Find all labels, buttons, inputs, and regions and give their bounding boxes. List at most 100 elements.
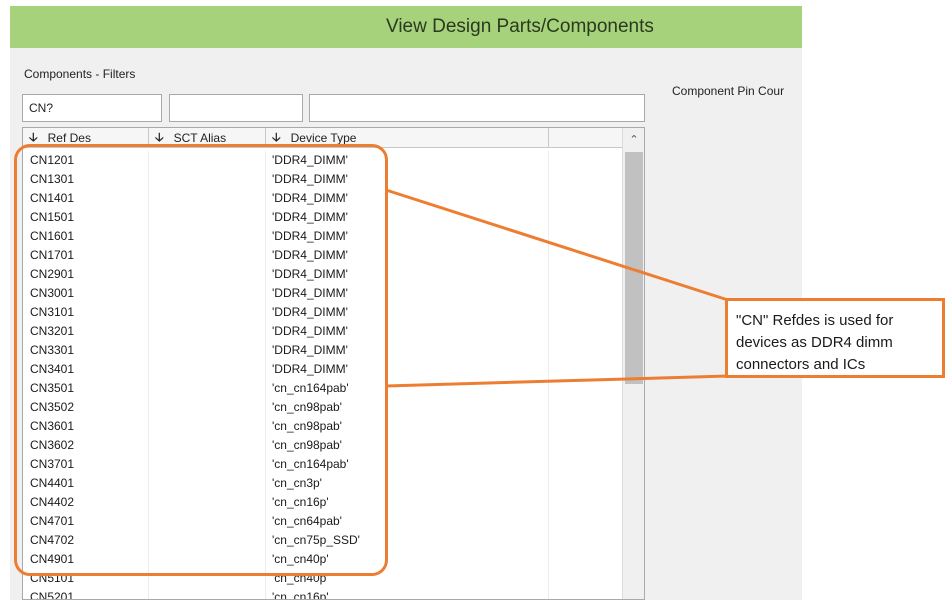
- table-row[interactable]: CN1601 'DDR4_DIMM': [23, 227, 623, 246]
- cell-sct-alias[interactable]: [149, 322, 266, 341]
- cell-extra[interactable]: [549, 379, 623, 398]
- cell-ref-des[interactable]: CN3701: [23, 455, 149, 474]
- cell-sct-alias[interactable]: [149, 379, 266, 398]
- cell-sct-alias[interactable]: [149, 417, 266, 436]
- table-row[interactable]: CN1501 'DDR4_DIMM': [23, 208, 623, 227]
- cell-extra[interactable]: [549, 569, 623, 588]
- cell-device-type[interactable]: 'DDR4_DIMM': [266, 265, 549, 284]
- cell-sct-alias[interactable]: [149, 284, 266, 303]
- cell-sct-alias[interactable]: [149, 189, 266, 208]
- column-header-device-type[interactable]: 🡣 Device Type: [266, 128, 549, 148]
- cell-extra[interactable]: [549, 512, 623, 531]
- cell-extra[interactable]: [549, 550, 623, 569]
- cell-device-type[interactable]: 'cn_cn3p': [266, 474, 549, 493]
- table-row[interactable]: CN3501 'cn_cn164pab': [23, 379, 623, 398]
- cell-device-type[interactable]: 'DDR4_DIMM': [266, 303, 549, 322]
- table-row[interactable]: CN1301 'DDR4_DIMM': [23, 170, 623, 189]
- cell-device-type[interactable]: 'DDR4_DIMM': [266, 227, 549, 246]
- cell-device-type[interactable]: 'DDR4_DIMM': [266, 341, 549, 360]
- cell-ref-des[interactable]: CN4701: [23, 512, 149, 531]
- cell-extra[interactable]: [549, 151, 623, 170]
- cell-ref-des[interactable]: CN1501: [23, 208, 149, 227]
- cell-device-type[interactable]: 'cn_cn64pab': [266, 512, 549, 531]
- table-row[interactable]: CN3101 'DDR4_DIMM': [23, 303, 623, 322]
- cell-ref-des[interactable]: CN5201: [23, 588, 149, 599]
- cell-extra[interactable]: [549, 398, 623, 417]
- cell-device-type[interactable]: 'DDR4_DIMM': [266, 360, 549, 379]
- table-row[interactable]: CN2901 'DDR4_DIMM': [23, 265, 623, 284]
- cell-extra[interactable]: [549, 455, 623, 474]
- table-row[interactable]: CN4702 'cn_cn75p_SSD': [23, 531, 623, 550]
- cell-device-type[interactable]: 'cn_cn16p': [266, 588, 549, 599]
- cell-extra[interactable]: [549, 588, 623, 599]
- cell-device-type[interactable]: 'cn_cn164pab': [266, 455, 549, 474]
- cell-ref-des[interactable]: CN4402: [23, 493, 149, 512]
- scrollbar-thumb[interactable]: [625, 152, 643, 384]
- cell-sct-alias[interactable]: [149, 360, 266, 379]
- cell-device-type[interactable]: 'cn_cn40p': [266, 569, 549, 588]
- cell-sct-alias[interactable]: [149, 151, 266, 170]
- cell-sct-alias[interactable]: [149, 398, 266, 417]
- table-row[interactable]: CN3401 'DDR4_DIMM': [23, 360, 623, 379]
- cell-extra[interactable]: [549, 436, 623, 455]
- cell-ref-des[interactable]: CN1201: [23, 151, 149, 170]
- cell-device-type[interactable]: 'DDR4_DIMM': [266, 284, 549, 303]
- cell-device-type[interactable]: 'DDR4_DIMM': [266, 322, 549, 341]
- table-row[interactable]: CN5201 'cn_cn16p': [23, 588, 623, 599]
- cell-device-type[interactable]: 'DDR4_DIMM': [266, 151, 549, 170]
- cell-ref-des[interactable]: CN3101: [23, 303, 149, 322]
- table-row[interactable]: CN4402 'cn_cn16p': [23, 493, 623, 512]
- cell-device-type[interactable]: 'DDR4_DIMM': [266, 246, 549, 265]
- table-row[interactable]: CN3201 'DDR4_DIMM': [23, 322, 623, 341]
- table-row[interactable]: CN1201 'DDR4_DIMM': [23, 151, 623, 170]
- cell-ref-des[interactable]: CN3502: [23, 398, 149, 417]
- table-row[interactable]: CN1701 'DDR4_DIMM': [23, 246, 623, 265]
- cell-sct-alias[interactable]: [149, 550, 266, 569]
- cell-ref-des[interactable]: CN3602: [23, 436, 149, 455]
- cell-sct-alias[interactable]: [149, 341, 266, 360]
- cell-device-type[interactable]: 'cn_cn75p_SSD': [266, 531, 549, 550]
- cell-device-type[interactable]: 'DDR4_DIMM': [266, 170, 549, 189]
- table-row[interactable]: CN1401 'DDR4_DIMM': [23, 189, 623, 208]
- cell-sct-alias[interactable]: [149, 303, 266, 322]
- cell-ref-des[interactable]: CN5101: [23, 569, 149, 588]
- table-row[interactable]: CN5101 'cn_cn40p': [23, 569, 623, 588]
- cell-device-type[interactable]: 'DDR4_DIMM': [266, 189, 549, 208]
- table-row[interactable]: CN3301 'DDR4_DIMM': [23, 341, 623, 360]
- table-row[interactable]: CN4401 'cn_cn3p': [23, 474, 623, 493]
- cell-device-type[interactable]: 'cn_cn98pab': [266, 398, 549, 417]
- cell-extra[interactable]: [549, 493, 623, 512]
- table-row[interactable]: CN3701 'cn_cn164pab': [23, 455, 623, 474]
- device-type-filter-input[interactable]: [309, 94, 645, 122]
- cell-sct-alias[interactable]: [149, 170, 266, 189]
- cell-sct-alias[interactable]: [149, 588, 266, 599]
- vertical-scrollbar[interactable]: ⌃: [622, 128, 644, 599]
- cell-ref-des[interactable]: CN1601: [23, 227, 149, 246]
- table-row[interactable]: CN3001 'DDR4_DIMM': [23, 284, 623, 303]
- cell-extra[interactable]: [549, 531, 623, 550]
- cell-ref-des[interactable]: CN2901: [23, 265, 149, 284]
- table-row[interactable]: CN4701 'cn_cn64pab': [23, 512, 623, 531]
- cell-sct-alias[interactable]: [149, 208, 266, 227]
- cell-sct-alias[interactable]: [149, 227, 266, 246]
- cell-extra[interactable]: [549, 170, 623, 189]
- column-header-sct-alias[interactable]: 🡣 SCT Alias: [149, 128, 266, 148]
- cell-ref-des[interactable]: CN4901: [23, 550, 149, 569]
- table-row[interactable]: CN4901 'cn_cn40p': [23, 550, 623, 569]
- cell-ref-des[interactable]: CN3501: [23, 379, 149, 398]
- cell-ref-des[interactable]: CN3601: [23, 417, 149, 436]
- cell-extra[interactable]: [549, 208, 623, 227]
- cell-device-type[interactable]: 'cn_cn164pab': [266, 379, 549, 398]
- cell-ref-des[interactable]: CN4702: [23, 531, 149, 550]
- refdes-filter-input[interactable]: [22, 94, 162, 122]
- cell-extra[interactable]: [549, 322, 623, 341]
- column-header-extra[interactable]: [549, 128, 623, 148]
- cell-sct-alias[interactable]: [149, 265, 266, 284]
- cell-sct-alias[interactable]: [149, 493, 266, 512]
- cell-extra[interactable]: [549, 360, 623, 379]
- cell-ref-des[interactable]: CN1701: [23, 246, 149, 265]
- cell-ref-des[interactable]: CN1401: [23, 189, 149, 208]
- cell-extra[interactable]: [549, 227, 623, 246]
- column-header-ref-des[interactable]: 🡣 Ref Des: [23, 128, 149, 148]
- cell-extra[interactable]: [549, 341, 623, 360]
